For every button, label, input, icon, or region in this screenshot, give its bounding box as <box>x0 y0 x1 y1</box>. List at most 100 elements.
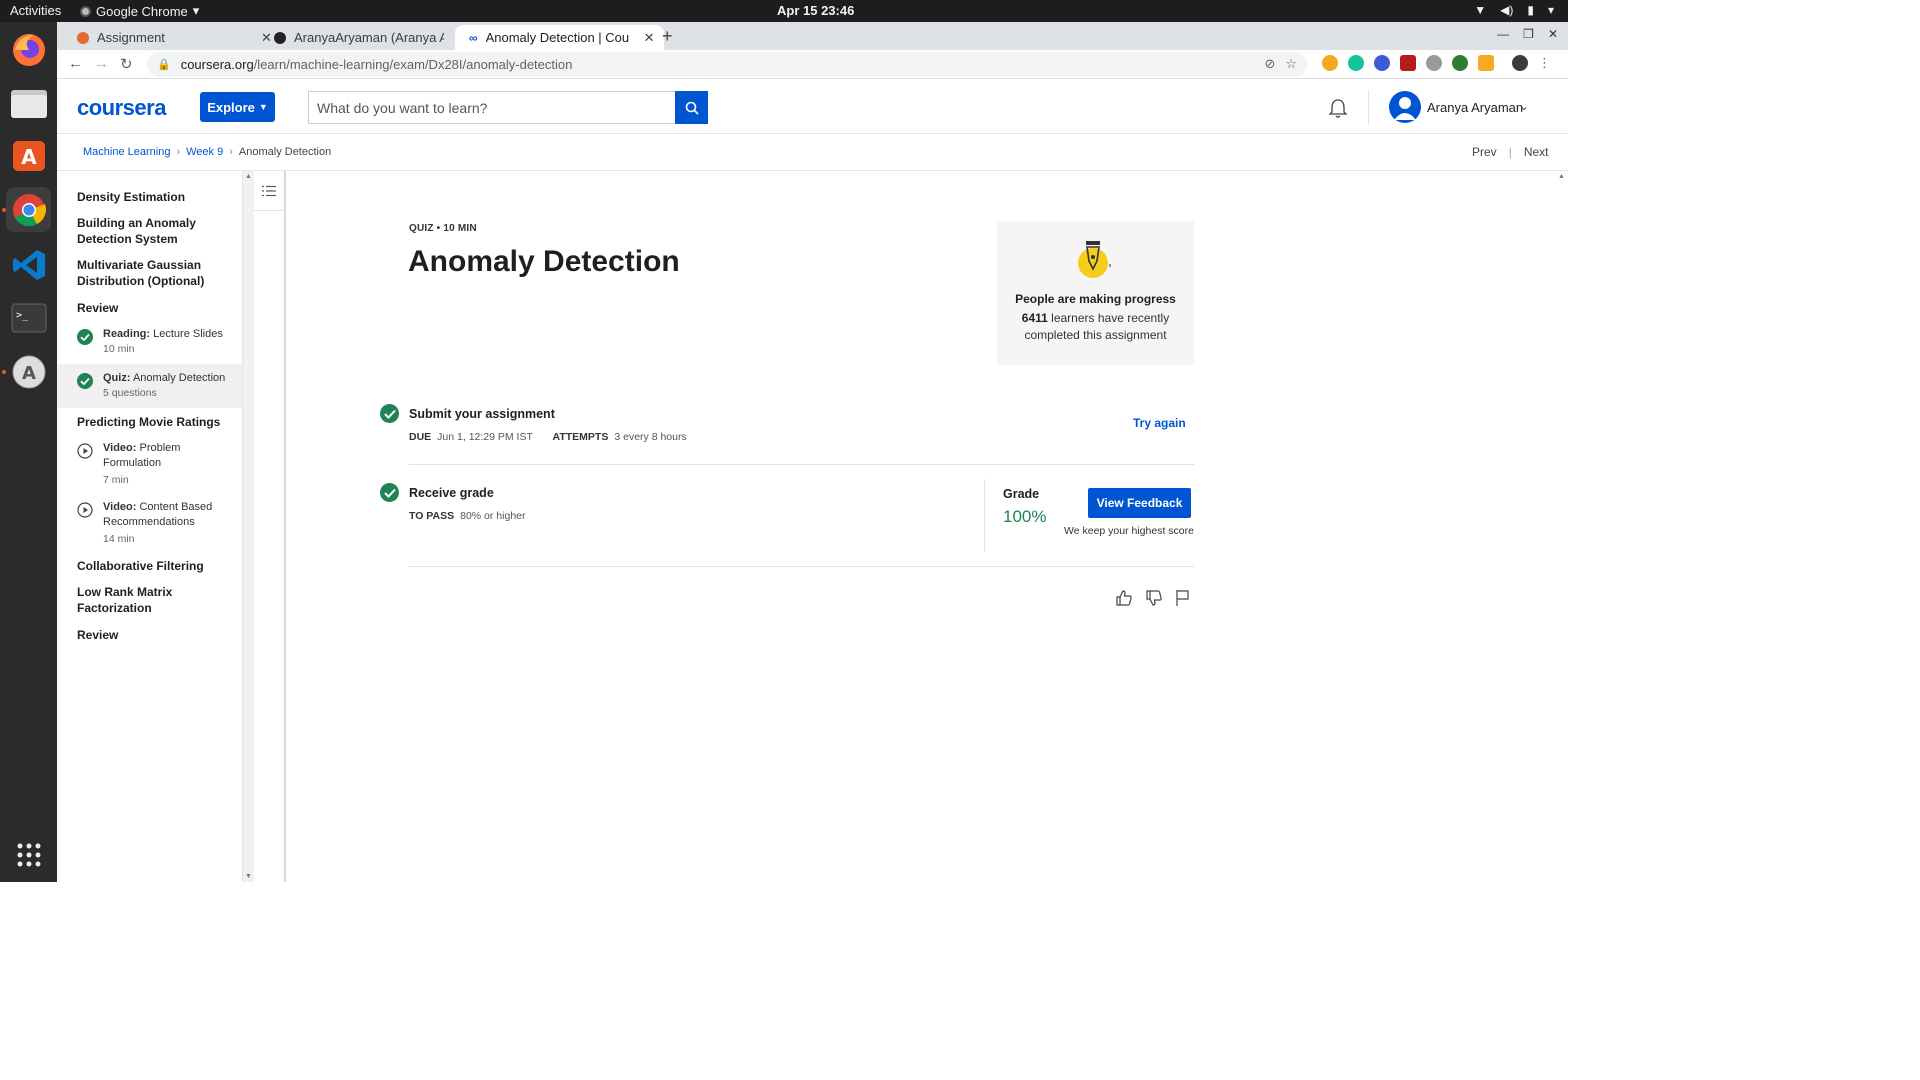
sidebar-lesson-multivariate-gaussian[interactable]: Multivariate Gaussian Distribution (Opti… <box>77 257 227 289</box>
sidebar-item-content-based-recommendations[interactable]: Video: Content Based Recommendations 14 … <box>57 500 242 550</box>
github-favicon <box>274 31 286 44</box>
divider <box>409 464 1194 465</box>
sidebar-lesson-predicting-movie-ratings[interactable]: Predicting Movie Ratings <box>77 414 237 430</box>
system-tray[interactable]: ▼ ◀) ▮ ▾ <box>1474 3 1554 17</box>
tab-anomaly-detection[interactable]: ∞ Anomaly Detection | Cour ✕ <box>455 25 665 50</box>
back-arrow-icon[interactable]: ← <box>68 55 83 72</box>
activities-button[interactable]: Activities <box>10 3 61 18</box>
thumbs-down-icon[interactable] <box>1145 589 1163 607</box>
grade-label: Grade <box>1003 487 1040 501</box>
toc-toggle-button[interactable] <box>254 171 284 211</box>
close-icon[interactable]: ✕ <box>644 30 655 46</box>
tab-github[interactable]: AranyaAryaman (Aranya A ✕ <box>260 25 479 50</box>
new-tab-button[interactable]: + <box>662 26 673 47</box>
sidebar-item-lecture-slides[interactable]: Reading: Lecture Slides 10 min <box>57 327 242 363</box>
app-store-launcher[interactable]: A <box>2 349 51 394</box>
scroll-up-icon[interactable]: ▲ <box>1558 173 1565 180</box>
forward-arrow-icon[interactable]: → <box>94 55 109 72</box>
sidebar-lesson-review[interactable]: Review <box>77 300 237 316</box>
app-grid-icon <box>17 843 40 866</box>
search-icon <box>685 101 699 115</box>
breadcrumb-current: Anomaly Detection <box>238 146 332 158</box>
breadcrumb-course[interactable]: Machine Learning <box>83 146 170 158</box>
breadcrumb-week[interactable]: Week 9 <box>186 146 223 158</box>
explore-button[interactable]: Explore ▼ <box>200 92 275 122</box>
submit-step-meta: DUE Jun 1, 12:29 PM IST ATTEMPTS 3 every 8… <box>409 431 687 443</box>
tab-assignment[interactable]: Assignment ✕ <box>63 25 282 50</box>
learner-count: 6411 <box>1021 311 1048 325</box>
sidebar-lesson-collaborative-filtering[interactable]: Collaborative Filtering <box>77 558 237 574</box>
chevron-down-icon[interactable]: ⌄ <box>1519 99 1529 113</box>
page-scrollbar[interactable]: ▲ <box>1556 171 1568 882</box>
next-link[interactable]: Next <box>1524 145 1549 159</box>
app-menu-label: Google Chrome <box>96 3 188 19</box>
chevron-right-icon: › <box>176 146 181 158</box>
grammarly-extension-icon[interactable] <box>1348 55 1364 71</box>
tab-title: Anomaly Detection | Cour <box>485 30 630 45</box>
lock-icon[interactable]: 🔒 <box>157 58 171 71</box>
try-again-link[interactable]: Try again <box>1133 416 1186 430</box>
list-icon <box>262 185 276 196</box>
address-bar[interactable]: 🔒 coursera.org/learn/machine-learning/ex… <box>147 52 1307 77</box>
firefox-launcher[interactable] <box>6 27 51 72</box>
sidebar-scrollbar[interactable]: ▲ ▼ <box>242 171 254 882</box>
avatar[interactable] <box>1389 91 1421 123</box>
user-name[interactable]: Aranya Aryaman <box>1427 100 1523 115</box>
tab-title: AranyaAryaman (Aranya A <box>294 30 444 45</box>
search-input[interactable]: What do you want to learn? <box>308 91 675 124</box>
pager: Prev | Next <box>1472 145 1549 159</box>
translate-icon[interactable]: ⊘ <box>1264 56 1275 72</box>
chrome-launcher[interactable] <box>2 187 51 232</box>
chevron-down-icon: ▼ <box>258 102 268 112</box>
sidebar-lesson-density-estimation[interactable]: Density Estimation <box>77 189 237 205</box>
item-meta: 7 min <box>103 474 129 486</box>
app-menu[interactable]: Google Chrome ▾ <box>80 3 199 19</box>
svg-text:A: A <box>21 145 37 169</box>
read-aloud-extension-icon[interactable] <box>1374 55 1390 71</box>
profile-avatar-icon[interactable] <box>1512 55 1528 71</box>
coursera-logo[interactable]: coursera <box>77 95 166 121</box>
restore-icon[interactable]: ❐ <box>1523 27 1534 41</box>
vpn-extension-icon[interactable] <box>1478 55 1494 71</box>
search-button[interactable] <box>675 91 708 124</box>
minimize-icon[interactable]: — <box>1497 27 1509 41</box>
wifi-icon: ▼ <box>1474 3 1487 17</box>
terminal-launcher[interactable]: >_ <box>6 295 51 340</box>
sidebar-item-problem-formulation[interactable]: Video: Problem Formulation 7 min <box>57 441 242 491</box>
scroll-up-icon[interactable]: ▲ <box>245 173 252 180</box>
grade-value: 100% <box>1003 507 1047 526</box>
pdf-extension-icon[interactable] <box>1400 55 1416 71</box>
sidebar-lesson-low-rank-matrix[interactable]: Low Rank Matrix Factorization <box>77 584 197 616</box>
green-extension-icon[interactable] <box>1452 55 1468 71</box>
close-window-icon[interactable]: ✕ <box>1548 27 1558 41</box>
recycle-extension-icon[interactable] <box>1426 55 1442 71</box>
coursera-favicon: ∞ <box>469 30 478 45</box>
chrome-icon <box>12 193 46 226</box>
svg-text:>_: >_ <box>16 310 29 321</box>
bookmark-star-icon[interactable]: ☆ <box>1285 56 1297 72</box>
cookie-extension-icon[interactable] <box>1322 55 1338 71</box>
chrome-menu-icon[interactable]: ⋮ <box>1538 55 1551 71</box>
pen-nib-icon <box>1078 241 1111 278</box>
play-circle-icon <box>77 443 93 459</box>
view-feedback-button[interactable]: View Feedback <box>1088 488 1191 518</box>
page-title: Anomaly Detection <box>408 245 680 278</box>
prev-link[interactable]: Prev <box>1472 145 1497 159</box>
sidebar-item-quiz-anomaly-detection[interactable]: Quiz: Anomaly Detection 5 questions <box>57 364 242 408</box>
files-launcher[interactable] <box>6 80 51 125</box>
divider <box>409 566 1194 567</box>
sidebar-lesson-building-system[interactable]: Building an Anomaly Detection System <box>77 215 217 247</box>
system-clock[interactable]: Apr 15 23:46 <box>777 3 854 18</box>
thumbs-up-icon[interactable] <box>1115 589 1133 607</box>
sidebar-lesson-review-2[interactable]: Review <box>77 627 237 643</box>
vscode-launcher[interactable] <box>6 242 51 287</box>
software-center-launcher[interactable]: A <box>6 132 51 177</box>
show-applications-button[interactable] <box>6 832 51 877</box>
reload-icon[interactable]: ↻ <box>120 55 133 73</box>
scroll-down-icon[interactable]: ▼ <box>245 873 252 880</box>
grade-divider <box>984 479 985 551</box>
flag-icon[interactable] <box>1175 589 1191 607</box>
running-indicator <box>2 370 6 374</box>
due-label: DUE <box>409 431 432 443</box>
bell-icon[interactable] <box>1327 97 1349 119</box>
